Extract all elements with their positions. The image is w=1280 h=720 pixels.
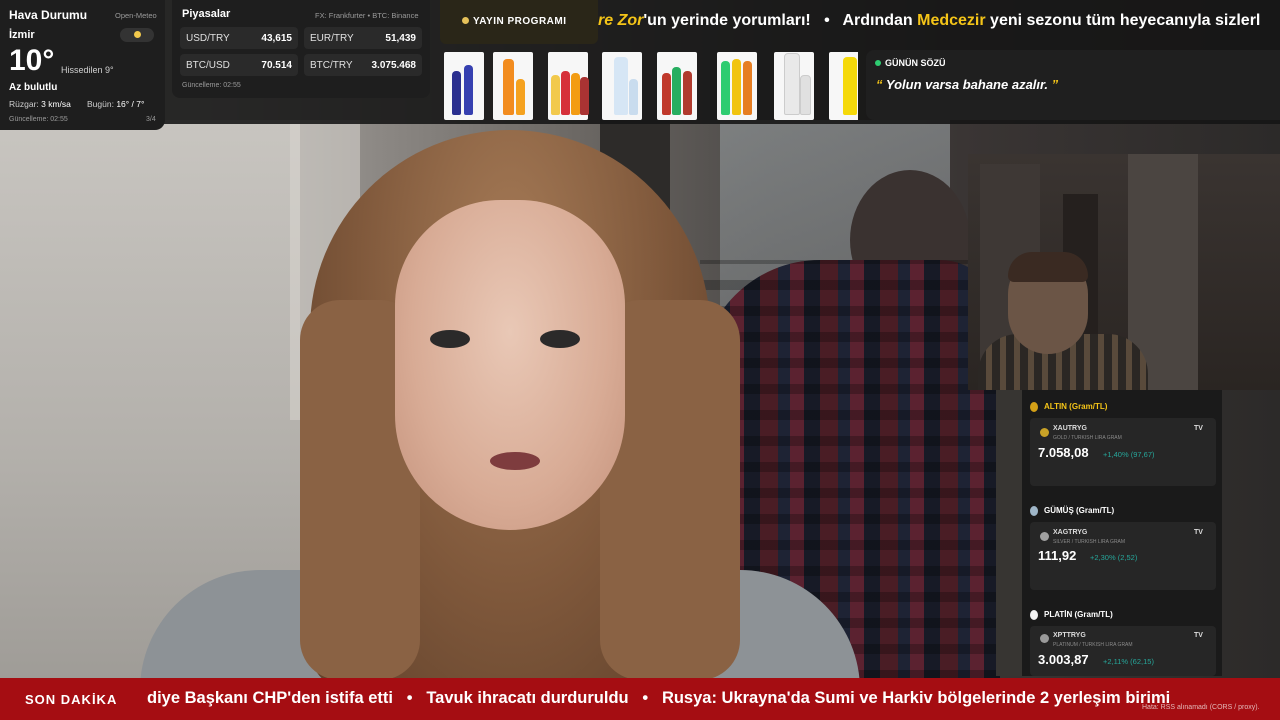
commodity-title: GÜMÜŞ (Gram/TL) — [1044, 506, 1115, 516]
commodity-subtitle: SILVER / TURKISH LIRA GRAM — [1053, 539, 1126, 545]
girl-face — [395, 200, 625, 530]
markets-updated: Güncelleme: 02:55 — [182, 82, 241, 89]
gold-coin-icon — [1040, 428, 1049, 437]
weather-source: Open-Meteo — [115, 11, 157, 20]
commodity-symbol: XAGTRYG — [1053, 529, 1088, 536]
market-key: BTC/USD — [186, 60, 230, 71]
commodity-header-gold: ALTIN (Gram/TL) — [1030, 402, 1107, 412]
tradingview-logo-icon: TV — [1194, 425, 1203, 432]
medal-icon — [1030, 402, 1038, 412]
girl-eye-right — [540, 330, 580, 348]
today-value: 16° / 7° — [116, 99, 145, 109]
commodity-change: +2,11% (62,15) — [1103, 657, 1154, 666]
quote-text: “ Yolun varsa bahane azalır. ” — [876, 77, 1058, 92]
ticker-text: 'un yerinde yorumları! — [643, 12, 811, 29]
schedule-ticker: re Zor'un yerinde yorumları! • Ardından … — [598, 0, 1280, 44]
commodity-price: 3.003,87 — [1038, 652, 1089, 667]
market-value: 43,615 — [261, 33, 292, 44]
partly-cloudy-icon — [120, 28, 154, 42]
streamer-webcam — [968, 154, 1280, 390]
weather-feels-like: Hissedilen 9° — [61, 65, 114, 75]
wind-label: Rüzgar: — [9, 99, 39, 109]
market-row-eurtry: EUR/TRY 51,439 — [304, 27, 422, 49]
commodity-header-platinum: PLATİN (Gram/TL) — [1030, 610, 1113, 620]
commodity-symbol: XPTTRYG — [1053, 632, 1086, 639]
ticker-show-name: Medcezir — [917, 12, 986, 29]
weather-updated: Güncelleme: 02:55 — [9, 116, 68, 123]
commodity-header-silver: GÜMÜŞ (Gram/TL) — [1030, 506, 1114, 516]
today-label: Bugün: — [87, 99, 114, 109]
weather-temperature: 10° — [9, 44, 55, 77]
rss-error-message: Hata: RSS alınamadı (CORS / proxy). — [1142, 704, 1260, 711]
panel-backdrop — [996, 390, 1022, 676]
market-row-btctry: BTC/TRY 3.075.468 — [304, 54, 422, 76]
girl-mouth — [490, 452, 540, 470]
news-separator: • — [642, 689, 649, 707]
weather-wind: Rüzgar: 3 km/sa — [9, 99, 71, 109]
product-image — [829, 52, 858, 120]
market-key: EUR/TRY — [310, 33, 354, 44]
breaking-news-bar: SON DAKİKA diye Başkanı CHP'den istifa e… — [0, 678, 1280, 720]
market-key: BTC/TRY — [310, 60, 353, 71]
market-row-usdtry: USD/TRY 43,615 — [180, 27, 298, 49]
news-item: Rusya: Ukrayna'da Sumi ve Harkiv bölgele… — [661, 689, 1171, 707]
live-dot-icon — [875, 60, 881, 66]
news-item: diye Başkanı CHP'den istifa etti — [147, 689, 393, 707]
commodity-title: PLATİN (Gram/TL) — [1044, 610, 1113, 620]
breaking-news-ticker: diye Başkanı CHP'den istifa etti • Tavuk… — [147, 689, 1170, 708]
quote-title: GÜNÜN SÖZÜ — [885, 58, 946, 68]
weather-page-indicator: 3/4 — [146, 116, 156, 123]
medal-icon — [1030, 506, 1038, 516]
platinum-coin-icon — [1040, 634, 1049, 643]
market-value: 70.514 — [261, 60, 292, 71]
product-image — [774, 52, 814, 120]
markets-source: FX: Frankfurter • BTC: Binance — [315, 11, 419, 20]
commodity-title: ALTIN (Gram/TL) — [1044, 402, 1108, 412]
schedule-dot-icon — [462, 17, 469, 24]
product-image — [548, 52, 589, 120]
silver-coin-icon — [1040, 532, 1049, 541]
quote-close-mark: ” — [1051, 77, 1059, 92]
ticker-show-name: re Zor — [598, 12, 644, 29]
commodity-price: 7.058,08 — [1038, 445, 1089, 460]
breaking-news-label: SON DAKİKA — [25, 692, 118, 707]
medal-icon — [1030, 610, 1038, 620]
product-image — [717, 52, 757, 120]
ticker-text: Ardından — [842, 12, 913, 29]
weather-title: Hava Durumu — [9, 8, 88, 22]
wind-value: 3 km/sa — [41, 99, 71, 109]
commodity-price: 111,92 — [1038, 548, 1077, 563]
commodity-change: +2,30% (2,52) — [1090, 553, 1138, 562]
commodity-subtitle: PLATINUM / TURKISH LIRA GRAM — [1053, 642, 1133, 648]
tradingview-logo-icon: TV — [1194, 632, 1203, 639]
streamer-hair — [1008, 252, 1088, 282]
market-value: 3.075.468 — [371, 60, 417, 71]
tradingview-logo-icon: TV — [1194, 529, 1203, 536]
weather-city: İzmir — [9, 29, 35, 41]
weather-today: Bugün: 16° / 7° — [87, 99, 144, 109]
ticker-text: yeni sezonu tüm heyecanıyla sizlerl — [990, 12, 1261, 29]
markets-title: Piyasalar — [182, 8, 231, 20]
ticker-separator: • — [824, 12, 830, 29]
product-image — [657, 52, 697, 120]
commodity-change: +1,40% (97,67) — [1103, 450, 1155, 459]
weather-description: Az bulutlu — [9, 82, 58, 93]
market-value: 51,439 — [385, 33, 416, 44]
news-item: Tavuk ihracatı durduruldu — [426, 689, 629, 707]
product-image — [444, 52, 484, 120]
news-separator: • — [406, 689, 413, 707]
breaking-news-label-box: SON DAKİKA — [0, 678, 140, 720]
girl-eye-left — [430, 330, 470, 348]
market-key: USD/TRY — [186, 33, 230, 44]
commodity-subtitle: GOLD / TURKISH LIRA GRAM — [1053, 435, 1122, 441]
sponsor-products-strip — [444, 52, 858, 122]
quote-open-mark: “ — [876, 77, 883, 92]
schedule-label: YAYIN PROGRAMI — [473, 16, 567, 27]
quote-body: Yolun varsa bahane azalır. — [885, 77, 1048, 92]
commodity-symbol: XAUTRYG — [1053, 425, 1087, 432]
product-image — [602, 52, 642, 120]
product-image — [493, 52, 533, 120]
market-row-btcusd: BTC/USD 70.514 — [180, 54, 298, 76]
